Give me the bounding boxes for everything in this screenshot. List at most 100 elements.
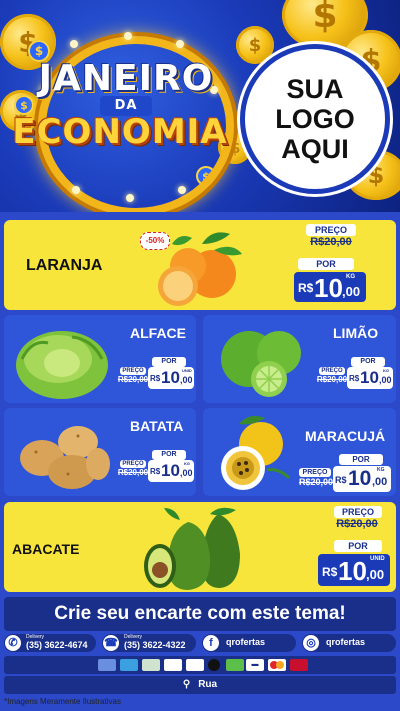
preco-label: PREÇO xyxy=(334,506,382,518)
passion-fruit-image xyxy=(221,416,291,490)
logo-placeholder[interactable]: SUA LOGO AQUI xyxy=(240,44,390,194)
unit: UNID xyxy=(370,556,385,562)
current-price: R$ 10 ,00 KG xyxy=(294,272,366,303)
por-label: POR xyxy=(339,454,383,465)
unit: KG xyxy=(377,467,385,473)
payment-methods: ▬ xyxy=(4,656,396,674)
title-line-1: JANEIRO xyxy=(38,58,214,99)
marquee-bulb xyxy=(72,186,80,194)
logo-text-1: SUA xyxy=(286,74,344,104)
hipercard-icon xyxy=(290,659,308,671)
product-name: ALFACE xyxy=(130,325,186,341)
old-price: R$20,00 xyxy=(336,518,378,530)
preco-label: PREÇO xyxy=(120,367,146,375)
marquee-bulb xyxy=(176,40,184,48)
product-name: BATATA xyxy=(130,418,184,434)
avocado-image xyxy=(144,507,240,590)
product-name: ABACATE xyxy=(12,541,80,557)
old-price: R$20,00 xyxy=(310,236,352,248)
product-card-alface[interactable]: ALFACE POR PREÇO R$20,00 R$ 10 ,00 UNID xyxy=(4,315,196,403)
price-dec: ,00 xyxy=(379,375,392,385)
current-price: R$ 10 ,00 KG xyxy=(148,460,194,482)
por-label: POR xyxy=(152,357,186,367)
lettuce-image xyxy=(16,331,108,399)
whatsapp-phone: (35) 3622-4674 xyxy=(26,640,88,650)
facebook-icon: f xyxy=(203,635,219,651)
price-dec: ,00 xyxy=(342,284,361,299)
price-int: 10 xyxy=(161,368,180,387)
marquee-bulb xyxy=(178,186,186,194)
preco-label: PREÇO xyxy=(299,468,331,477)
product-card-abacate[interactable]: ABACATE PREÇO R$20,00 POR R$ 10 ,00 UNID xyxy=(4,502,396,592)
address-bar[interactable]: ⚲ Rua xyxy=(4,676,396,694)
por-label: POR xyxy=(152,450,186,460)
instagram-icon: ◎ xyxy=(303,635,319,651)
currency: R$ xyxy=(150,467,161,476)
marquee-bulb xyxy=(70,40,78,48)
price-int: 10 xyxy=(161,461,180,480)
cash-icon xyxy=(142,659,160,671)
orange-image xyxy=(158,232,242,306)
currency: R$ xyxy=(349,374,360,383)
logo-text-2: LOGO xyxy=(275,104,355,134)
orange-leaf xyxy=(202,232,230,244)
facebook-handle: qrofertas xyxy=(226,637,266,647)
pix-icon xyxy=(164,659,182,671)
currency: R$ xyxy=(335,475,347,485)
por-label: POR xyxy=(351,357,385,367)
phone-icon: ☎ xyxy=(103,635,119,651)
instagram-link[interactable]: ◎ qrofertas xyxy=(302,634,396,652)
phone-number: (35) 3622-4322 xyxy=(124,640,186,650)
unit: UNID xyxy=(182,368,192,373)
header-banner: $ $ $ $ $ $ $ $ $ $ JANEIRO DA ECONOMIA … xyxy=(0,0,400,212)
unit: KG xyxy=(184,461,190,466)
product-card-maracuja[interactable]: MARACUJÁ POR PREÇO R$20,00 R$ 10 ,00 KG xyxy=(203,408,396,496)
elo-icon xyxy=(208,659,220,671)
phone-contact[interactable]: ☎ Delivery (35) 3622-4322 xyxy=(102,634,196,652)
logo-text-3: AQUI xyxy=(281,134,349,164)
old-price: R$20,00 xyxy=(298,477,334,487)
por-label: POR xyxy=(298,258,354,270)
preco-label: PREÇO xyxy=(306,224,356,236)
current-price: R$ 10 ,00 UNID xyxy=(318,554,390,586)
old-price: R$20,00 xyxy=(117,468,149,477)
card-icon xyxy=(226,659,244,671)
facebook-link[interactable]: f qrofertas xyxy=(202,634,296,652)
product-card-limao[interactable]: LIMÃO POR PREÇO R$20,00 R$ 10 ,00 KG xyxy=(203,315,396,403)
product-card-batata[interactable]: BATATA POR PREÇO R$20,00 R$ 10 ,00 KG xyxy=(4,408,196,496)
product-name: LIMÃO xyxy=(333,325,379,341)
marquee-bulb xyxy=(124,32,132,40)
whatsapp-icon: ✆ xyxy=(5,635,21,651)
title-line-3: ECONOMIA xyxy=(12,112,228,152)
price-int: 10 xyxy=(348,467,372,490)
product-name: MARACUJÁ xyxy=(305,428,386,444)
currency: R$ xyxy=(322,565,338,579)
whatsapp-contact[interactable]: ✆ Delivery (35) 3622-4674 xyxy=(4,634,96,652)
price-dec: ,00 xyxy=(366,567,385,582)
cta-banner[interactable]: Crie seu encarte com este tema! xyxy=(4,597,396,631)
potato-image xyxy=(20,426,110,489)
orange-pulp xyxy=(163,271,193,301)
price-dec: ,00 xyxy=(180,468,193,478)
current-price: R$ 10 ,00 KG xyxy=(347,367,393,389)
unit: KG xyxy=(346,274,355,280)
currency: R$ xyxy=(298,281,314,295)
address-text: Rua xyxy=(198,679,218,690)
disclaimer: *Imagens Meramente Ilustrativas xyxy=(4,697,121,706)
product-name: LARANJA xyxy=(26,257,103,274)
location-pin-icon: ⚲ xyxy=(182,679,191,690)
price-int: 10 xyxy=(360,368,379,387)
marquee-bulb xyxy=(126,194,134,202)
preco-label: PREÇO xyxy=(120,460,146,468)
price-int: 10 xyxy=(338,556,367,586)
orange-leaf xyxy=(172,236,192,246)
old-price: R$20,00 xyxy=(117,375,149,384)
instagram-handle: qrofertas xyxy=(326,637,366,647)
price-int: 10 xyxy=(314,273,343,303)
currency: R$ xyxy=(150,374,161,383)
coin-icon: $ xyxy=(236,26,274,64)
preco-label: PREÇO xyxy=(319,367,345,375)
product-card-laranja[interactable]: LARANJA -50% PREÇO R$20,00 POR R$ 10 ,00… xyxy=(4,220,396,310)
old-price: R$20,00 xyxy=(316,375,348,384)
current-price: R$ 10 ,00 KG xyxy=(333,466,391,492)
